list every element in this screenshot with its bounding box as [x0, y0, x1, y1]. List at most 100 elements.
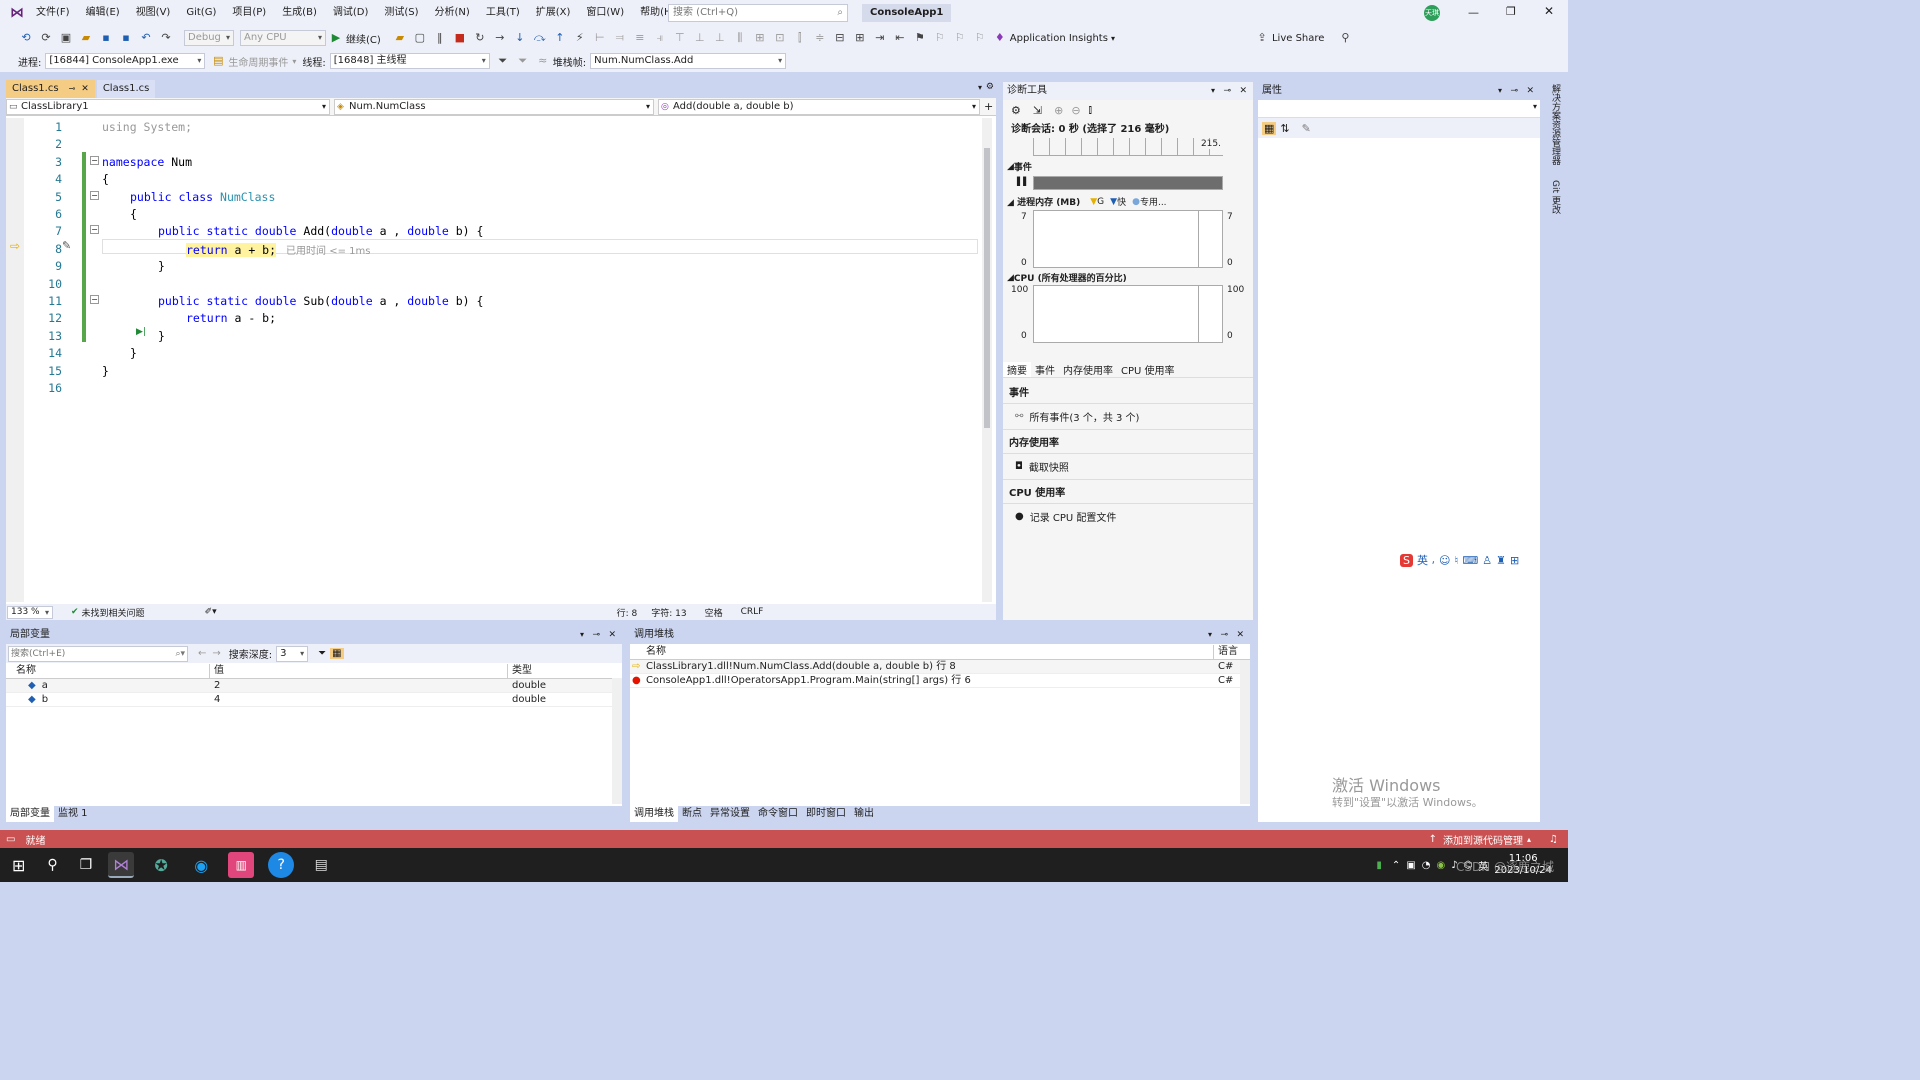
- tab-immediate-window[interactable]: 即时窗口: [802, 806, 850, 822]
- issues-status[interactable]: 未找到相关问题: [82, 606, 145, 619]
- all-events-link[interactable]: 所有事件(3 个，共 3 个): [1029, 409, 1139, 424]
- step-over-icon[interactable]: ⤼: [533, 31, 547, 45]
- tab-list-dropdown-icon[interactable]: ▾: [978, 83, 982, 92]
- line-ending[interactable]: CRLF: [741, 607, 764, 617]
- panel-menu-icon[interactable]: ▾: [580, 626, 584, 644]
- close-panel-icon[interactable]: ✕: [1526, 82, 1534, 100]
- pin-icon[interactable]: ⊸: [1223, 82, 1231, 100]
- table-row[interactable]: ◆ b 4 double: [6, 693, 622, 707]
- vertical-scrollbar[interactable]: [982, 118, 992, 602]
- property-pages-icon[interactable]: ✎: [1302, 122, 1311, 135]
- tab-watch1[interactable]: 监视 1: [54, 806, 92, 822]
- v-spacing-icon[interactable]: ≑: [813, 31, 827, 45]
- tab-locals[interactable]: 局部变量: [6, 806, 54, 822]
- table-row[interactable]: ● ConsoleApp1.dll!OperatorsApp1.Program.…: [630, 674, 1250, 688]
- visual-studio-logo-icon[interactable]: ⋈: [10, 5, 26, 21]
- ime-lang[interactable]: 英: [1417, 552, 1428, 568]
- all-events-row[interactable]: ⚯ 所有事件(3 个，共 3 个): [1003, 404, 1253, 429]
- member-nav-select[interactable]: ◎ Add(double a, double b): [658, 98, 980, 115]
- search-input[interactable]: 搜索 (Ctrl+Q) ⌕: [668, 4, 848, 22]
- snapshot-row[interactable]: ◘ 截取快照: [1003, 454, 1253, 479]
- avatar[interactable]: 天琪: [1424, 5, 1440, 21]
- app-insights-button[interactable]: Application Insights: [1010, 33, 1108, 44]
- align-center-icon[interactable]: ≡: [633, 31, 647, 45]
- hot-reload-icon[interactable]: ⚡: [573, 31, 587, 45]
- minimize-icon[interactable]: —: [1468, 6, 1479, 19]
- notifications-icon[interactable]: ♫: [1549, 834, 1558, 845]
- timeline-ruler[interactable]: 215.: [1033, 138, 1223, 156]
- open-folder-icon[interactable]: ▰: [79, 31, 93, 45]
- restore-icon[interactable]: ❐: [1506, 5, 1516, 18]
- spacing-icon[interactable]: ⫼: [733, 31, 747, 45]
- lifecycle-dropdown-icon[interactable]: ▾: [292, 57, 296, 66]
- pin-icon[interactable]: ⊸: [592, 626, 600, 644]
- events-track[interactable]: [1033, 176, 1223, 190]
- save-all-icon[interactable]: ▪: [119, 31, 133, 45]
- save-icon[interactable]: ▪: [99, 31, 113, 45]
- skin-icon[interactable]: ♜: [1496, 554, 1506, 567]
- pin-icon[interactable]: ⊸: [69, 80, 76, 98]
- lifecycle-icon[interactable]: ▤: [211, 54, 225, 68]
- perf-tip[interactable]: 已用时间 <= 1ms: [286, 246, 370, 257]
- pause-icon[interactable]: ‖: [433, 31, 447, 45]
- stackframe-select[interactable]: Num.NumClass.Add: [590, 53, 787, 69]
- zoom-in-icon[interactable]: ⊕: [1054, 104, 1063, 117]
- indent-icon[interactable]: ⇥: [873, 31, 887, 45]
- var-value[interactable]: 2: [210, 679, 508, 693]
- table-row[interactable]: ⇨ ClassLibrary1.dll!Num.NumClass.Add(dou…: [630, 660, 1250, 674]
- close-panel-icon[interactable]: ✕: [1236, 626, 1244, 644]
- forward-icon[interactable]: ⟳: [39, 31, 53, 45]
- vertical-scrollbar[interactable]: [1240, 660, 1250, 804]
- h-spacing-icon[interactable]: ⫿: [793, 31, 807, 45]
- continue-button[interactable]: 继续(C): [346, 31, 381, 46]
- col-value-header[interactable]: 值: [210, 663, 508, 678]
- cursor-row[interactable]: 行: 8: [617, 606, 638, 619]
- menu-extensions[interactable]: 扩展(X): [528, 0, 579, 26]
- close-tab-icon[interactable]: ✕: [81, 80, 89, 98]
- menu-test[interactable]: 测试(S): [376, 0, 426, 26]
- export-icon[interactable]: ⇲: [1033, 104, 1042, 117]
- record-cpu-row[interactable]: ● 记录 CPU 配置文件: [1003, 504, 1253, 529]
- mic-icon[interactable]: ♮: [1454, 554, 1458, 567]
- source-control-dropdown-icon[interactable]: ▴: [1527, 835, 1531, 844]
- sogou-logo-icon[interactable]: S: [1400, 553, 1413, 567]
- code-cleanup-icon[interactable]: ✐▾: [205, 607, 217, 617]
- windows-start-icon[interactable]: ⊞: [12, 856, 25, 875]
- folder-icon[interactable]: ▰: [393, 31, 407, 45]
- tab-output[interactable]: 输出: [850, 806, 878, 822]
- memory-chart[interactable]: [1033, 210, 1223, 268]
- platform-select[interactable]: Any CPU: [240, 30, 326, 46]
- output-icon[interactable]: ▭: [6, 834, 15, 845]
- vertical-scrollbar[interactable]: [612, 678, 622, 804]
- stop-icon[interactable]: ■: [453, 31, 467, 45]
- new-project-icon[interactable]: ▣: [59, 31, 73, 45]
- tab-command-window[interactable]: 命令窗口: [754, 806, 802, 822]
- feedback-icon[interactable]: ⚲: [1338, 31, 1352, 45]
- menu-view[interactable]: 视图(V): [128, 0, 179, 26]
- step-into-icon[interactable]: ↓: [513, 31, 527, 45]
- tab-events[interactable]: 事件: [1031, 362, 1059, 377]
- quick-actions-brush-icon[interactable]: ✎: [62, 239, 71, 252]
- prev-bookmark-icon[interactable]: ⚐: [933, 31, 947, 45]
- close-panel-icon[interactable]: ✕: [1239, 82, 1247, 100]
- clear-bookmarks-icon[interactable]: ⚐: [973, 31, 987, 45]
- col-name-header[interactable]: 名称: [6, 663, 210, 678]
- comment-icon[interactable]: ⊟: [833, 31, 847, 45]
- close-panel-icon[interactable]: ✕: [608, 626, 616, 644]
- col-lang-header[interactable]: 语言: [1214, 645, 1238, 659]
- help-taskbar-icon[interactable]: ?: [268, 852, 295, 878]
- scrollbar-thumb[interactable]: [984, 148, 990, 428]
- solution-explorer-tab[interactable]: 解决方案资源管理器: [1550, 80, 1560, 169]
- var-value[interactable]: 4: [210, 693, 508, 707]
- project-nav-select[interactable]: ▭ ClassLibrary1: [6, 98, 330, 115]
- col-type-header[interactable]: 类型: [508, 664, 532, 678]
- collapse-add-method-icon[interactable]: −: [90, 225, 99, 234]
- menu-project[interactable]: 项目(P): [224, 0, 274, 26]
- menu-tools[interactable]: 工具(T): [478, 0, 528, 26]
- tab-exception-settings[interactable]: 异常设置: [706, 806, 754, 822]
- menu-window[interactable]: 窗口(W): [578, 0, 632, 26]
- pause-icon[interactable]: ▌▌: [1017, 177, 1029, 186]
- restart-icon[interactable]: ↻: [473, 31, 487, 45]
- live-share-button[interactable]: Live Share: [1272, 33, 1324, 44]
- record-cpu-button[interactable]: 记录 CPU 配置文件: [1030, 509, 1117, 524]
